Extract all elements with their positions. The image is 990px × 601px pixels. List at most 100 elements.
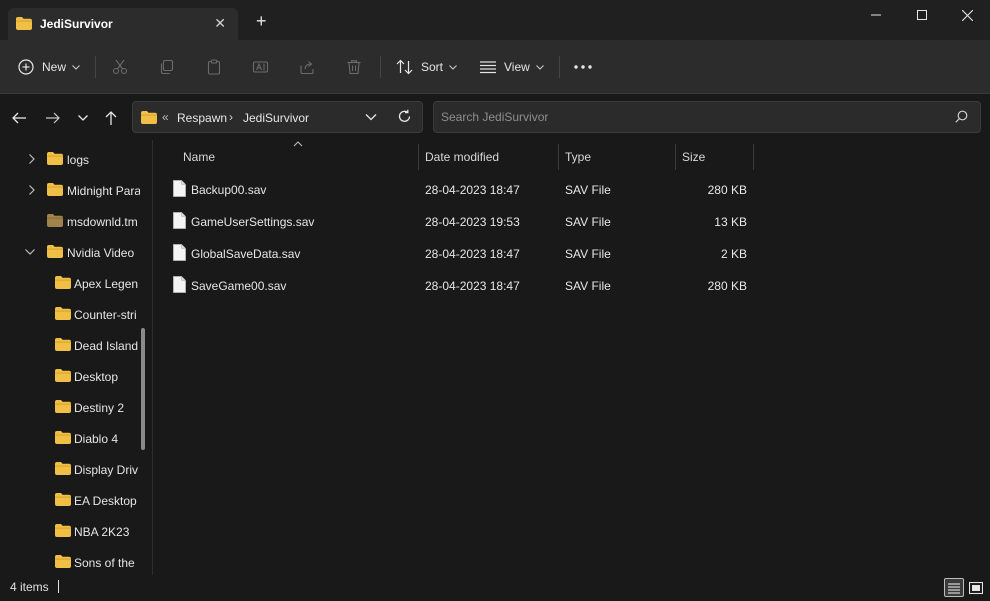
sidebar-item-destiny-2[interactable]: Destiny 2	[0, 392, 140, 423]
file-size: 280 KB	[707, 279, 747, 293]
sidebar-item-label: Sons of the	[74, 556, 135, 570]
sidebar-scrollbar-thumb[interactable]	[141, 328, 145, 450]
trash-icon	[347, 60, 361, 75]
file-icon	[173, 276, 186, 293]
breadcrumb-respawn[interactable]: Respawn	[177, 111, 227, 125]
up-button[interactable]	[99, 106, 123, 130]
arrow-up-icon	[105, 111, 117, 125]
rename-button[interactable]	[252, 54, 269, 80]
sidebar-item-logs[interactable]: logs	[0, 144, 140, 175]
details-view-icon	[948, 582, 960, 594]
sidebar-item-label: Destiny 2	[74, 401, 125, 415]
column-header-name[interactable]: Name	[183, 150, 215, 164]
file-date-modified: 28-04-2023 18:47	[425, 279, 520, 293]
share-icon	[300, 61, 314, 75]
close-tab-icon[interactable]: ✕	[214, 15, 226, 32]
sort-button[interactable]: Sort	[396, 54, 457, 80]
file-row[interactable]: SaveGame00.sav 28-04-2023 18:47 SAV File…	[163, 270, 763, 300]
details-view-button[interactable]	[944, 578, 964, 597]
clipboard-icon	[207, 59, 221, 75]
sidebar-item-label: Diablo 4	[74, 432, 119, 446]
column-header-date-modified[interactable]: Date modified	[425, 150, 499, 164]
maximize-button[interactable]	[899, 0, 945, 30]
search-icon[interactable]	[955, 110, 968, 126]
sidebar-item-display-driver[interactable]: Display Driv	[0, 454, 140, 485]
sidebar-item-label: Dead Island	[74, 339, 139, 353]
paste-button[interactable]	[206, 54, 222, 80]
column-header-type[interactable]: Type	[565, 150, 591, 164]
new-label: New	[42, 60, 67, 74]
share-button[interactable]	[299, 54, 315, 80]
file-type: SAV File	[565, 183, 611, 197]
file-list: Name Date modified Type Size Backup00.sa…	[153, 140, 990, 575]
tab-title: JediSurvivor	[40, 17, 113, 31]
sidebar-item-label: Nvidia Video	[67, 246, 135, 260]
sidebar-item-label: EA Desktop	[74, 494, 137, 508]
chevron-down-icon	[78, 115, 88, 121]
view-button[interactable]: View	[480, 54, 544, 80]
folder-icon	[55, 493, 71, 506]
sort-ascending-icon	[293, 141, 303, 147]
new-tab-button[interactable]: +	[256, 12, 267, 30]
sidebar-item-label: NBA 2K23	[74, 525, 130, 539]
back-button[interactable]	[7, 106, 31, 130]
file-row[interactable]: GlobalSaveData.sav 28-04-2023 18:47 SAV …	[163, 238, 763, 268]
sidebar-item-sons-of-the[interactable]: Sons of the	[0, 547, 140, 575]
file-type: SAV File	[565, 247, 611, 261]
tiles-view-button[interactable]	[966, 578, 986, 597]
recent-locations-button[interactable]	[71, 106, 95, 130]
copy-button[interactable]	[159, 54, 175, 80]
file-name: GlobalSaveData.sav	[191, 247, 301, 261]
file-icon	[173, 180, 186, 197]
folder-icon	[47, 245, 63, 258]
breadcrumb-overflow[interactable]: «	[162, 110, 169, 124]
plus-circle-icon	[18, 59, 34, 75]
sidebar-item-desktop[interactable]: Desktop	[0, 361, 140, 392]
file-name: GameUserSettings.sav	[191, 215, 315, 229]
close-icon	[961, 9, 973, 21]
address-dropdown-icon[interactable]	[365, 111, 377, 126]
refresh-icon[interactable]	[397, 109, 412, 127]
breadcrumb-jedisurvivor[interactable]: JediSurvivor	[243, 111, 309, 125]
navigation-pane: logs Midnight Para msdownld.tm Nvidia Vi…	[0, 140, 152, 575]
file-row[interactable]: Backup00.sav 28-04-2023 18:47 SAV File 2…	[163, 174, 763, 204]
item-count: 4 items	[10, 580, 49, 594]
minimize-button[interactable]	[853, 0, 899, 30]
file-row[interactable]: GameUserSettings.sav 28-04-2023 19:53 SA…	[163, 206, 763, 236]
column-divider[interactable]	[753, 144, 754, 170]
sidebar-item-apex-legends[interactable]: Apex Legen	[0, 268, 140, 299]
column-divider[interactable]	[558, 144, 559, 170]
delete-button[interactable]	[346, 54, 362, 80]
sidebar-item-nba-2k23[interactable]: NBA 2K23	[0, 516, 140, 547]
sidebar-item-dead-island[interactable]: Dead Island	[0, 330, 140, 361]
column-divider[interactable]	[675, 144, 676, 170]
breadcrumb-separator[interactable]: ›	[229, 110, 233, 124]
cut-button[interactable]	[112, 54, 128, 80]
new-button[interactable]: New	[18, 54, 80, 80]
folder-icon	[47, 214, 63, 227]
column-header-size[interactable]: Size	[682, 150, 705, 164]
close-window-button[interactable]	[944, 0, 990, 30]
file-size: 280 KB	[707, 183, 747, 197]
chevron-down-icon	[535, 64, 544, 70]
address-bar[interactable]: « Respawn › JediSurvivor	[132, 101, 423, 133]
search-input[interactable]	[434, 102, 934, 132]
sidebar-item-diablo-4[interactable]: Diablo 4	[0, 423, 140, 454]
sidebar-item-counter-strike[interactable]: Counter-stri	[0, 299, 140, 330]
folder-icon	[55, 431, 71, 444]
sidebar-item-midnight-para[interactable]: Midnight Para	[0, 175, 140, 206]
see-more-button[interactable]	[574, 54, 592, 80]
forward-button[interactable]	[41, 106, 65, 130]
folder-icon	[55, 276, 71, 289]
toolbar-divider	[380, 56, 381, 78]
sidebar-item-msdownld[interactable]: msdownld.tm	[0, 206, 140, 237]
rename-icon	[252, 61, 269, 73]
column-divider[interactable]	[418, 144, 419, 170]
scissors-icon	[112, 59, 128, 75]
sidebar-item-ea-desktop[interactable]: EA Desktop	[0, 485, 140, 516]
folder-icon	[55, 307, 71, 320]
chevron-right-icon	[29, 154, 35, 164]
tab-jedisurvivor[interactable]: JediSurvivor ✕	[8, 8, 238, 40]
search-box[interactable]	[433, 101, 981, 133]
sidebar-item-nvidia-video[interactable]: Nvidia Video	[0, 237, 140, 268]
